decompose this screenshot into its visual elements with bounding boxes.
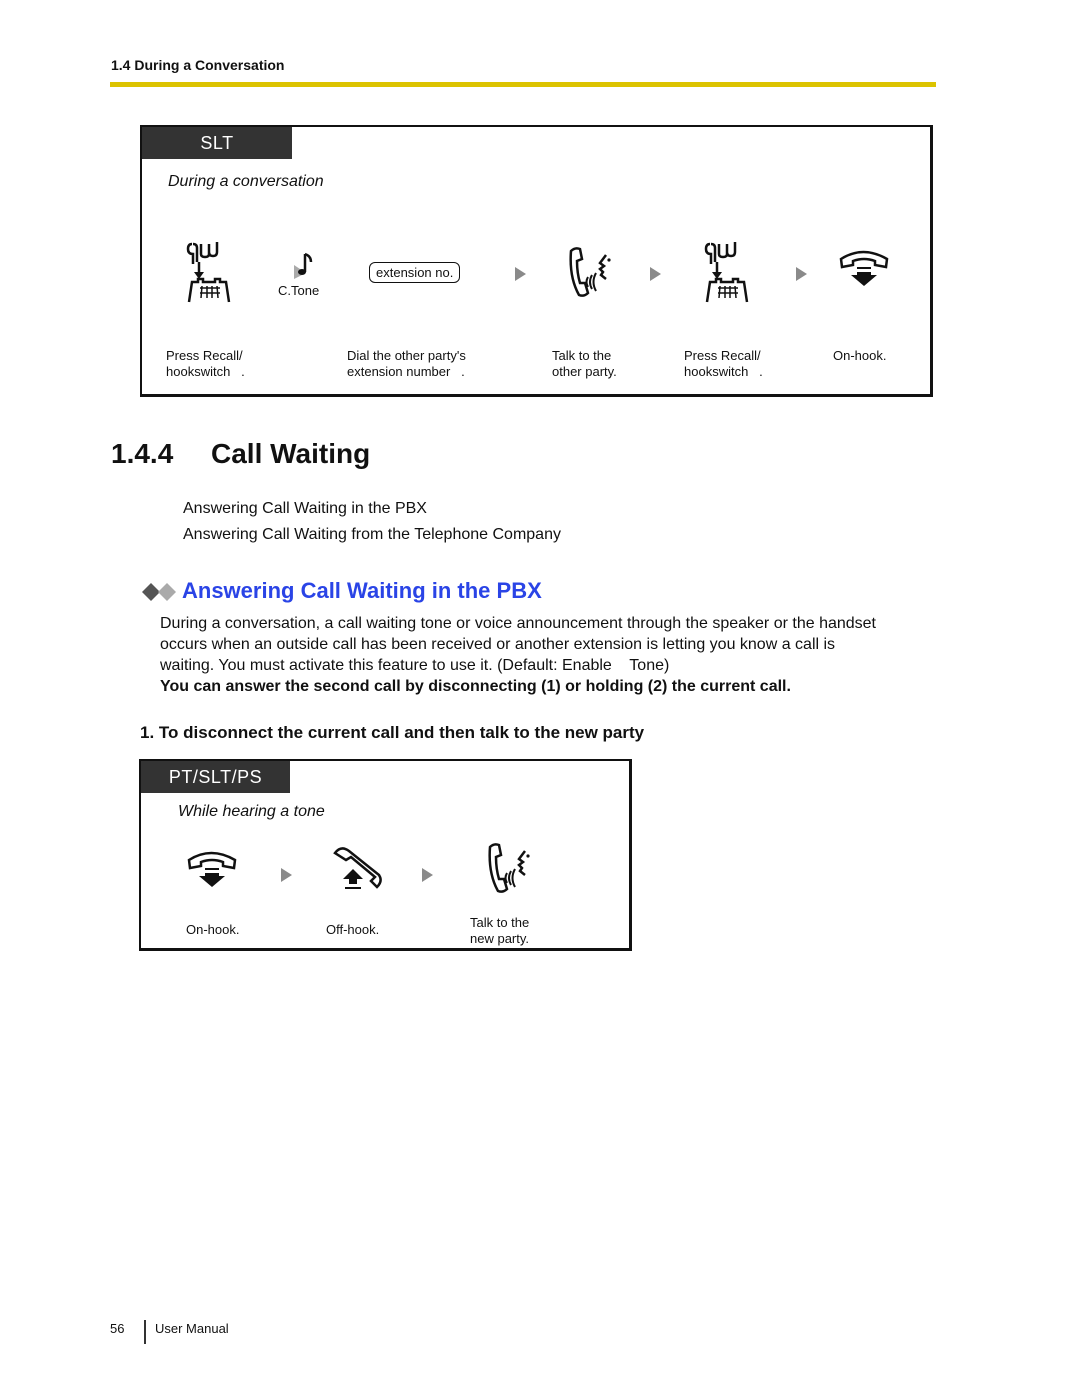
press-recall-hookswitch-icon (704, 242, 749, 303)
step-caption: Talk to the new party. (470, 915, 530, 946)
subsection-heading: Answering Call Waiting in the PBX (182, 578, 542, 603)
running-head: 1.4 During a Conversation (111, 57, 285, 73)
c-tone-label: C.Tone (278, 283, 320, 298)
paragraph-bold-line: You can answer the second call by discon… (160, 678, 791, 695)
slt-procedure-box: SLT During a conversation Press Recall/ … (140, 125, 933, 397)
pt-slt-ps-procedure-box: PT/SLT/PS While hearing a tone On-hook. … (139, 759, 632, 951)
footer-doc-title: User Manual (155, 1321, 229, 1336)
description-paragraph: During a conversation, a call waiting to… (160, 613, 940, 697)
next-step-arrow (515, 267, 526, 281)
page-number: 56 (110, 1321, 125, 1336)
step-caption: Off-hook. (326, 922, 380, 937)
footer-divider (144, 1320, 146, 1344)
section-number: 1.4.4 (111, 438, 174, 469)
slt-tag: SLT (142, 127, 292, 159)
extension-number-box: extension no. (369, 262, 461, 283)
paragraph-line: During a conversation, a call waiting to… (160, 615, 876, 632)
step-caption: Talk to the other party. (552, 348, 617, 379)
talk-icon (488, 843, 530, 893)
next-step-arrow (422, 868, 433, 882)
paragraph-line: waiting. You must activate this feature … (160, 657, 670, 674)
slt-subtitle: During a conversation (168, 173, 324, 190)
next-step-arrow (650, 267, 661, 281)
talk-icon (569, 247, 611, 297)
paragraph-line: occurs when an outside call has been rec… (160, 636, 836, 653)
confirmation-tone-icon (294, 252, 313, 279)
section-heading: 1.4.4 Call Waiting (111, 438, 370, 470)
step-caption: Press Recall/ hookswitch . (166, 348, 245, 379)
header-rule (110, 82, 936, 87)
section-title: Call Waiting (211, 438, 371, 469)
next-step-arrow (281, 868, 292, 882)
toc-link[interactable]: Answering Call Waiting in the PBX (183, 500, 427, 518)
off-hook-icon (333, 847, 382, 889)
pt-slt-ps-subtitle: While hearing a tone (178, 803, 325, 820)
step-caption: Press Recall/ hookswitch . (684, 348, 763, 379)
on-hook-icon (839, 250, 889, 286)
diamond-bullet-icon (142, 583, 176, 601)
step-heading: 1. To disconnect the current call and th… (140, 723, 645, 742)
pt-slt-ps-tag: PT/SLT/PS (141, 761, 290, 793)
step-caption: On-hook. (186, 922, 240, 937)
on-hook-icon (187, 851, 237, 887)
step-caption: On-hook. (833, 348, 887, 363)
toc-link[interactable]: Answering Call Waiting from the Telephon… (183, 526, 561, 544)
next-step-arrow (796, 267, 807, 281)
press-recall-hookswitch-icon (186, 242, 231, 303)
step-caption: Dial the other party's extension number … (347, 348, 466, 379)
